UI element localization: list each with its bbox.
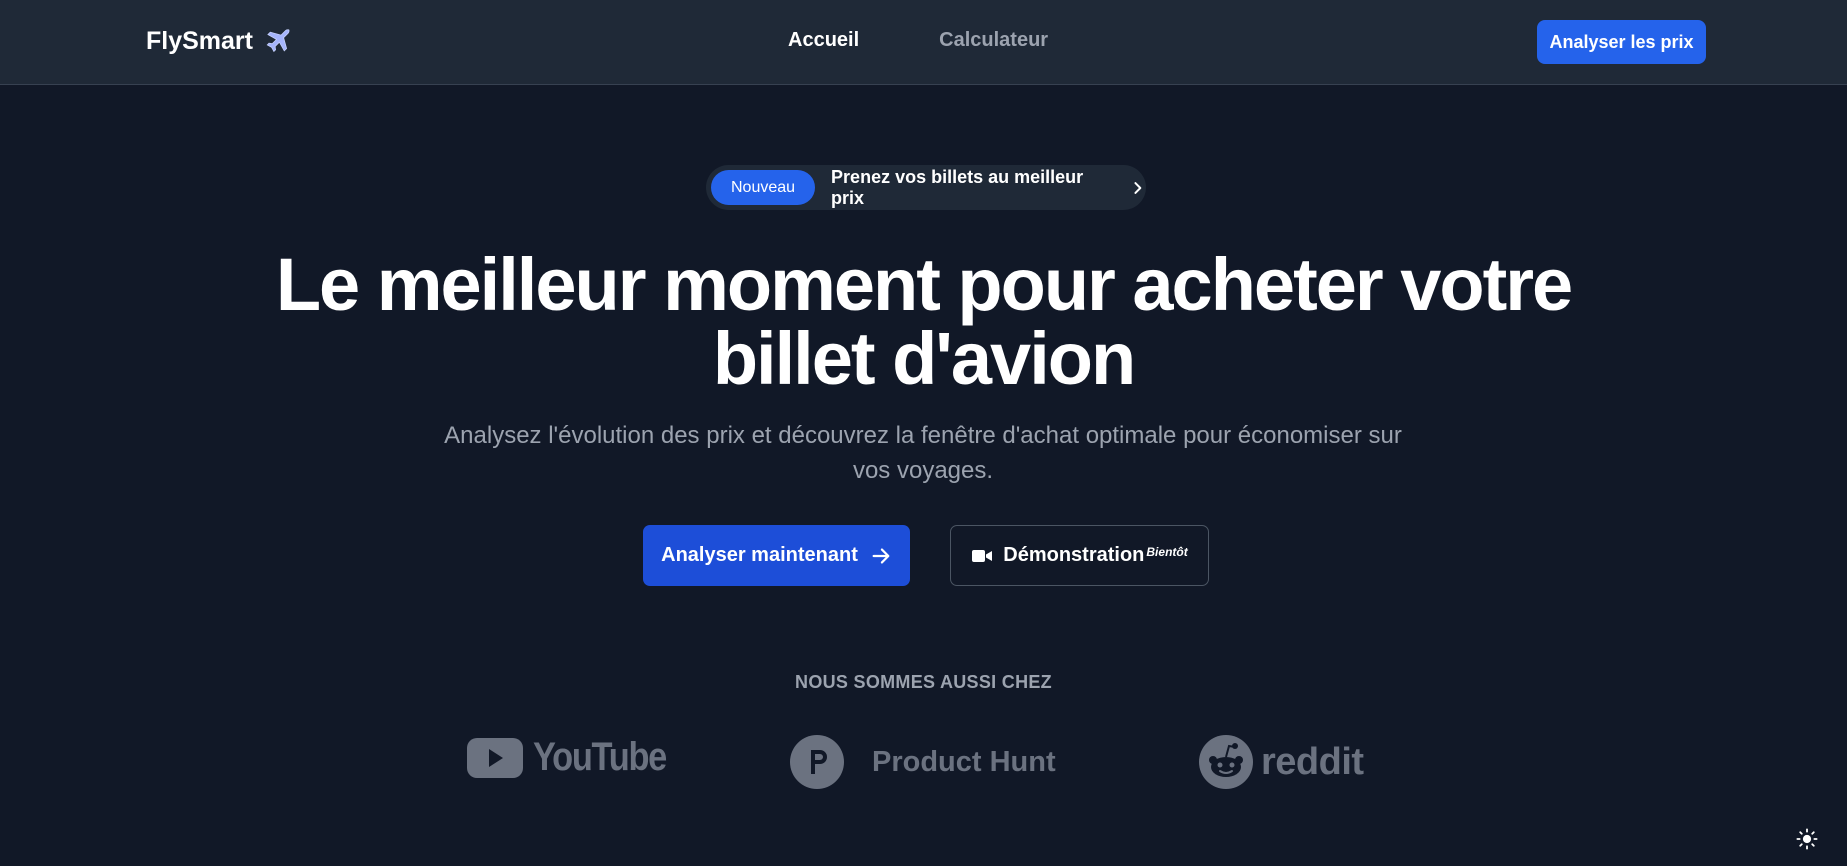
analyser-maintenant-button[interactable]: Analyser maintenant	[643, 525, 910, 586]
partners-label: NOUS SOMMES AUSSI CHEZ	[795, 672, 1052, 692]
new-badge: Nouveau	[711, 170, 816, 205]
main-nav: Accueil Calculateur	[788, 29, 1048, 52]
reddit-icon	[1199, 735, 1253, 789]
logo[interactable]: FlySmart	[146, 26, 293, 56]
arrow-right-icon	[872, 547, 890, 564]
demonstration-label: Démonstration	[1003, 544, 1145, 566]
hero-title-line-1: Le meilleur moment pour acheter votre	[275, 243, 1573, 326]
hero-title: Le meilleur moment pour acheter votre bi…	[0, 248, 1847, 396]
logo-text: FlySmart	[146, 26, 253, 55]
youtube-wordmark: YouTube	[533, 735, 667, 779]
partner-youtube[interactable]: YouTube	[467, 735, 688, 780]
demonstration-button[interactable]: Démonstration Bientôt	[950, 525, 1209, 586]
announcement-text: Prenez vos billets au meilleur prix	[831, 166, 1084, 208]
product-hunt-wordmark: Product Hunt	[872, 745, 1056, 778]
product-hunt-icon	[790, 735, 844, 789]
video-camera-icon	[972, 549, 993, 562]
analyser-prix-button[interactable]: Analyser les prix	[1537, 20, 1706, 64]
hero-subtitle-line-1: Analysez l'évolution des prix et découvr…	[444, 422, 1402, 449]
reddit-wordmark: reddit	[1261, 740, 1364, 783]
nav-link-accueil[interactable]: Accueil	[788, 29, 859, 52]
nav-link-calculateur[interactable]: Calculateur	[939, 29, 1048, 52]
navbar: FlySmart Accueil Calculateur Analyser le…	[0, 0, 1847, 85]
announcement-pill[interactable]: Nouveau Prenez vos billets au meilleur p…	[706, 165, 1146, 210]
analyser-maintenant-label: Analyser maintenant	[661, 544, 858, 566]
chevron-right-icon	[1134, 181, 1142, 194]
hero-subtitle: Analysez l'évolution des prix et découvr…	[423, 418, 1423, 488]
hero-subtitle-line-2: vos voyages.	[852, 457, 994, 484]
partner-reddit[interactable]: reddit	[1199, 735, 1364, 789]
youtube-icon	[467, 737, 523, 778]
coming-soon-tag: Bientôt	[1146, 544, 1188, 559]
partner-product-hunt[interactable]: Product Hunt	[790, 735, 1056, 789]
sun-icon[interactable]	[1796, 828, 1818, 850]
hero-title-line-2: billet d'avion	[712, 317, 1136, 400]
airplane-icon	[266, 29, 290, 53]
